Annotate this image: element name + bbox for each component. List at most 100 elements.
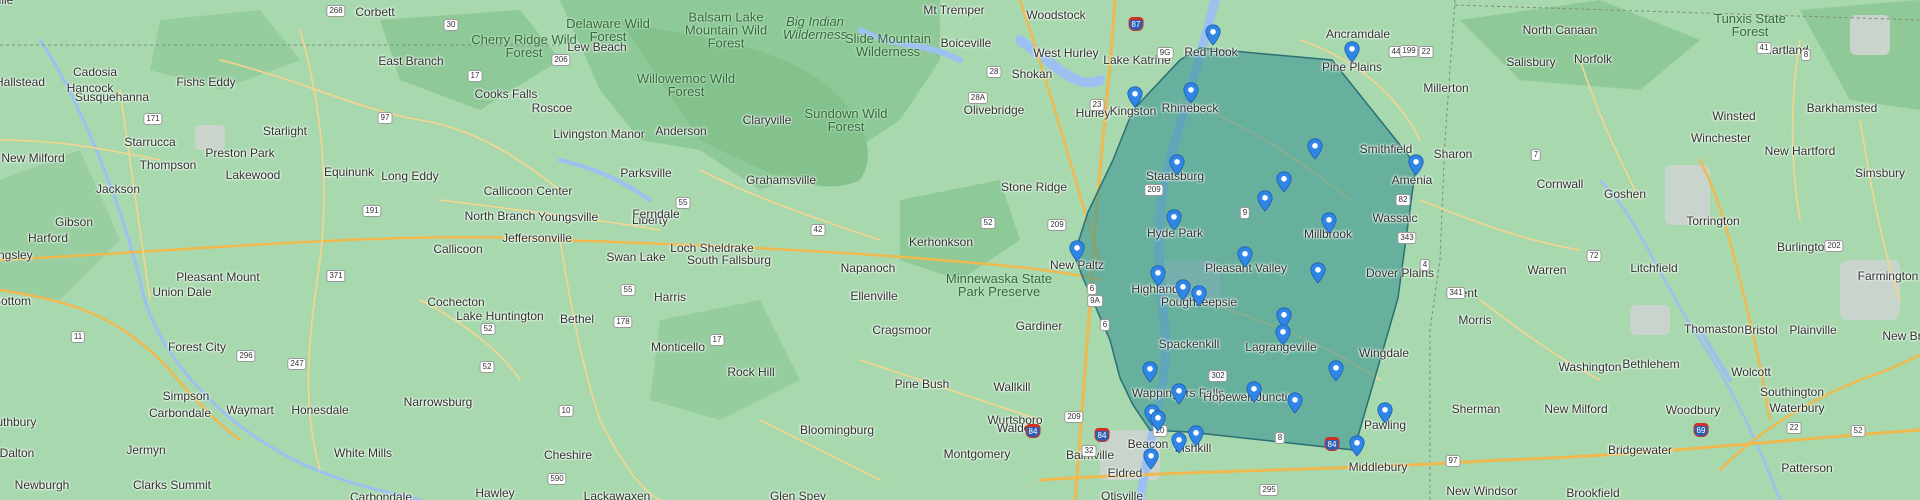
place-label: Millerton	[1423, 81, 1469, 95]
place-label: New Milford	[1, 151, 65, 165]
place-label: Bristol	[1744, 323, 1778, 337]
location-pin-icon[interactable]	[1171, 432, 1187, 454]
place-label: Winsted	[1712, 109, 1756, 123]
location-pin-icon[interactable]	[1150, 410, 1166, 432]
location-pin-icon[interactable]	[1276, 171, 1292, 193]
location-pin-icon[interactable]	[1143, 448, 1159, 470]
place-label: Winchester	[1690, 131, 1752, 145]
place-label: Jackson	[95, 182, 141, 196]
route-shield: 55	[675, 197, 691, 209]
place-label: Middlebury	[1348, 460, 1408, 474]
place-label: Norfolk	[1573, 52, 1613, 66]
route-shield: 23	[1089, 99, 1105, 111]
route-shield: 17	[709, 334, 725, 346]
location-pin-icon[interactable]	[1328, 360, 1344, 382]
location-pin-icon[interactable]	[1307, 138, 1323, 160]
location-pin-icon[interactable]	[1188, 425, 1204, 447]
route-shield: 87	[1128, 17, 1144, 31]
place-label: Otisville	[1100, 489, 1144, 500]
location-pin-icon[interactable]	[1175, 279, 1191, 301]
place-label: Narrowsburg	[403, 395, 473, 409]
location-pin-icon[interactable]	[1377, 402, 1393, 424]
location-pin-icon[interactable]	[1344, 41, 1360, 63]
place-label: Waterbury	[1769, 401, 1825, 415]
place-label: Ellenville	[850, 289, 898, 303]
place-label: New Windsor	[1446, 484, 1518, 498]
route-shield: 209	[1144, 184, 1164, 196]
location-pin-icon[interactable]	[1166, 209, 1182, 231]
place-label: Rock Hill	[727, 365, 775, 379]
place-label: Thompson	[139, 158, 197, 172]
place-label: Bridgewater	[1607, 443, 1673, 457]
place-label: Salisbury	[1506, 55, 1556, 69]
place-label: Red Hook	[1184, 45, 1238, 59]
location-pin-icon[interactable]	[1287, 392, 1303, 414]
location-pin-icon[interactable]	[1310, 262, 1326, 284]
place-label: Stone Ridge	[1000, 180, 1068, 194]
route-shield: 41	[1756, 42, 1772, 54]
location-pin-icon[interactable]	[1408, 154, 1424, 176]
place-label: Plainville	[1789, 323, 1837, 337]
location-pin-icon[interactable]	[1183, 82, 1199, 104]
place-label: Harris	[654, 290, 686, 304]
place-label: Slide Mountain Wilderness	[845, 31, 931, 59]
place-label: Starrucca	[124, 135, 176, 149]
place-label: Pleasant Mount	[176, 270, 260, 284]
route-shield: 97	[1445, 455, 1461, 467]
route-shield: 7	[1530, 149, 1542, 161]
location-pin-icon[interactable]	[1237, 246, 1253, 268]
place-label: East Branch	[378, 54, 444, 68]
place-label: Burlington	[1776, 240, 1832, 254]
location-pin-icon[interactable]	[1150, 265, 1166, 287]
location-pin-icon[interactable]	[1321, 212, 1337, 234]
place-label: Anderson	[655, 124, 707, 138]
location-pin-icon[interactable]	[1127, 86, 1143, 108]
location-pin-icon[interactable]	[1349, 435, 1365, 457]
place-label: yville	[0, 0, 14, 7]
location-pin-icon[interactable]	[1275, 324, 1291, 346]
place-label: White Mills	[333, 446, 393, 460]
route-shield: 590	[547, 473, 567, 485]
place-label: Corbett	[355, 5, 395, 19]
route-shield: 6	[1099, 319, 1111, 331]
map-view[interactable]: Corbett Delaware Wild Forest Balsam Lake M…	[0, 0, 1920, 500]
route-shield: 84	[1025, 424, 1041, 438]
place-label: Grahamsville	[745, 173, 817, 187]
place-label: North Branch	[464, 209, 536, 223]
location-pin-icon[interactable]	[1191, 285, 1207, 307]
place-label: Thomaston	[1683, 322, 1745, 336]
route-shield: 8	[1800, 49, 1812, 61]
place-label: Minnewaska State Park Preserve	[945, 271, 1053, 299]
location-pin-icon[interactable]	[1169, 154, 1185, 176]
place-label: Southington	[1759, 385, 1825, 399]
location-pin-icon[interactable]	[1069, 240, 1085, 262]
place-label: Torrington	[1686, 214, 1740, 228]
place-label: Barkhamsted	[1806, 101, 1878, 115]
place-label: Cornwall	[1536, 177, 1584, 191]
place-label: Cochecton	[427, 295, 485, 309]
place-label: Wassaic	[1372, 211, 1418, 225]
route-shield: 17	[467, 70, 483, 82]
location-pin-icon[interactable]	[1257, 190, 1273, 212]
route-shield: 72	[1586, 250, 1602, 262]
location-pin-icon[interactable]	[1205, 24, 1221, 46]
place-label: New Br	[1882, 329, 1920, 343]
place-label: Dalton	[0, 446, 35, 460]
place-label: Sharon	[1433, 147, 1473, 161]
location-pin-icon[interactable]	[1246, 381, 1262, 403]
route-shield: 302	[1208, 370, 1228, 382]
place-label: Hancock	[66, 81, 114, 95]
place-label: Tunxis State Forest	[1714, 11, 1786, 39]
place-label: Ferndale	[632, 207, 680, 221]
route-shield: 10	[558, 405, 574, 417]
place-label: Lackawaxen	[583, 489, 651, 500]
route-shield: 32	[1081, 445, 1097, 457]
place-label: Brookfield	[1566, 486, 1620, 500]
route-shield: 209	[1047, 219, 1067, 231]
place-label: Equinunk	[323, 165, 375, 179]
place-label: Parksville	[620, 166, 672, 180]
location-pin-icon[interactable]	[1171, 383, 1187, 405]
place-label: Olivebridge	[963, 103, 1025, 117]
place-label: Fishs Eddy	[176, 75, 236, 89]
location-pin-icon[interactable]	[1142, 361, 1158, 383]
